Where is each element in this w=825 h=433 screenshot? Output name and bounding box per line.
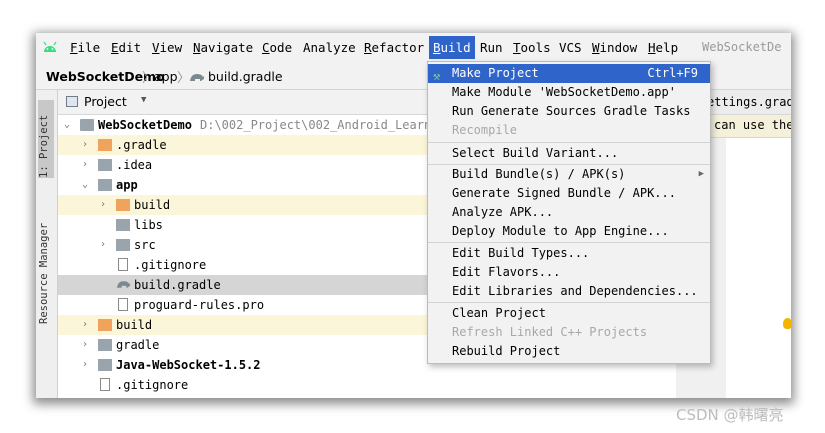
chevron-right-icon[interactable]: › (100, 195, 106, 215)
menu-item-recompile: Recompile (452, 123, 518, 137)
breadcrumb-file[interactable]: build.gradle (208, 69, 283, 84)
chevron-down-icon[interactable]: ▼ (141, 95, 146, 105)
menu-code[interactable]: Code (262, 40, 292, 55)
editor-tab[interactable]: ettings.grad (707, 95, 791, 109)
module-folder-icon (80, 119, 94, 131)
menu-run[interactable]: Run (480, 40, 503, 55)
menu-window[interactable]: Window (592, 40, 637, 55)
menu-item-make-project[interactable]: ⚒ Make Project Ctrl+F9 (428, 64, 710, 83)
file-icon (100, 378, 110, 391)
menu-navigate[interactable]: Navigate (193, 40, 253, 55)
menu-item-analyze-apk[interactable]: Analyze APK... (428, 203, 710, 222)
chevron-right-icon[interactable]: › (82, 315, 88, 335)
menu-item-build-bundle-apk[interactable]: Build Bundle(s) / APK(s) ▶ (428, 165, 710, 184)
menu-item-edit-flavors[interactable]: Edit Flavors... (428, 263, 710, 282)
gradle-elephant-icon (116, 281, 131, 288)
menu-separator (428, 302, 710, 303)
tool-window-strip: 1: Project Resource Manager (36, 90, 58, 398)
menu-item-generate-sources[interactable]: Run Generate Sources Gradle Tasks (428, 102, 710, 121)
project-view-selector[interactable]: Project (84, 94, 127, 109)
chevron-right-icon[interactable]: › (82, 155, 88, 175)
folder-icon (116, 219, 130, 231)
tree-row-root-gitignore[interactable]: .gitignore (58, 375, 676, 395)
android-icon (43, 41, 57, 52)
watermark: CSDN @韩曙亮 (676, 406, 784, 424)
submenu-arrow-icon: ▶ (698, 169, 704, 179)
window-title: WebSocketDe (702, 40, 782, 54)
folder-icon (98, 159, 112, 171)
folder-icon (116, 239, 130, 251)
breadcrumb-module[interactable]: app (154, 69, 178, 84)
menu-item-rebuild-project[interactable]: Rebuild Project (428, 342, 710, 361)
lightbulb-icon[interactable] (783, 318, 791, 329)
menu-build[interactable]: Build (429, 36, 475, 59)
menu-item-refresh-linked-cpp: Refresh Linked C++ Projects (452, 325, 648, 339)
resource-manager-tool-tab[interactable]: Resource Manager (38, 204, 54, 324)
folder-icon (98, 319, 112, 331)
menu-item-select-build-variant[interactable]: Select Build Variant... (428, 144, 710, 163)
file-icon (118, 298, 128, 311)
menu-file[interactable]: File (70, 40, 100, 55)
menu-help[interactable]: Help (648, 40, 678, 55)
menu-separator (428, 242, 710, 243)
menu-view[interactable]: View (152, 40, 182, 55)
module-folder-icon (98, 359, 112, 371)
chevron-right-icon[interactable]: › (100, 235, 106, 255)
menu-item-edit-build-types[interactable]: Edit Build Types... (428, 244, 710, 263)
chevron-down-icon[interactable]: ⌄ (82, 175, 88, 195)
menu-item-clean-project[interactable]: Clean Project (428, 304, 710, 323)
chevron-right-icon[interactable]: › (82, 355, 88, 375)
folder-icon (98, 139, 112, 151)
menu-vcs[interactable]: VCS (559, 40, 582, 55)
menu-item-edit-libraries[interactable]: Edit Libraries and Dependencies... (428, 282, 710, 301)
chevron-right-icon[interactable]: › (82, 335, 88, 355)
menu-separator (428, 142, 710, 143)
project-tool-tab[interactable]: 1: Project (38, 100, 54, 178)
project-view-icon (66, 96, 78, 107)
menu-tools[interactable]: Tools (513, 40, 551, 55)
menu-refactor[interactable]: Refactor (364, 40, 424, 55)
module-folder-icon (98, 179, 112, 191)
menu-bar: File Edit View Navigate Code Analyze Ref… (36, 33, 791, 62)
menu-edit[interactable]: Edit (111, 40, 141, 55)
chevron-right-icon[interactable]: › (82, 135, 88, 155)
chevron-down-icon[interactable]: ⌄ (64, 115, 70, 135)
build-menu: ⚒ Make Project Ctrl+F9 Make Module 'WebS… (427, 61, 711, 364)
menu-analyze[interactable]: Analyze (303, 40, 356, 55)
menu-item-make-module[interactable]: Make Module 'WebSocketDemo.app' (428, 83, 710, 102)
gradle-elephant-icon (190, 74, 204, 81)
file-icon (118, 258, 128, 271)
folder-icon (98, 339, 112, 351)
menu-item-generate-signed[interactable]: Generate Signed Bundle / APK... (428, 184, 710, 203)
folder-icon (116, 199, 130, 211)
menu-item-deploy-module[interactable]: Deploy Module to App Engine... (428, 222, 710, 241)
